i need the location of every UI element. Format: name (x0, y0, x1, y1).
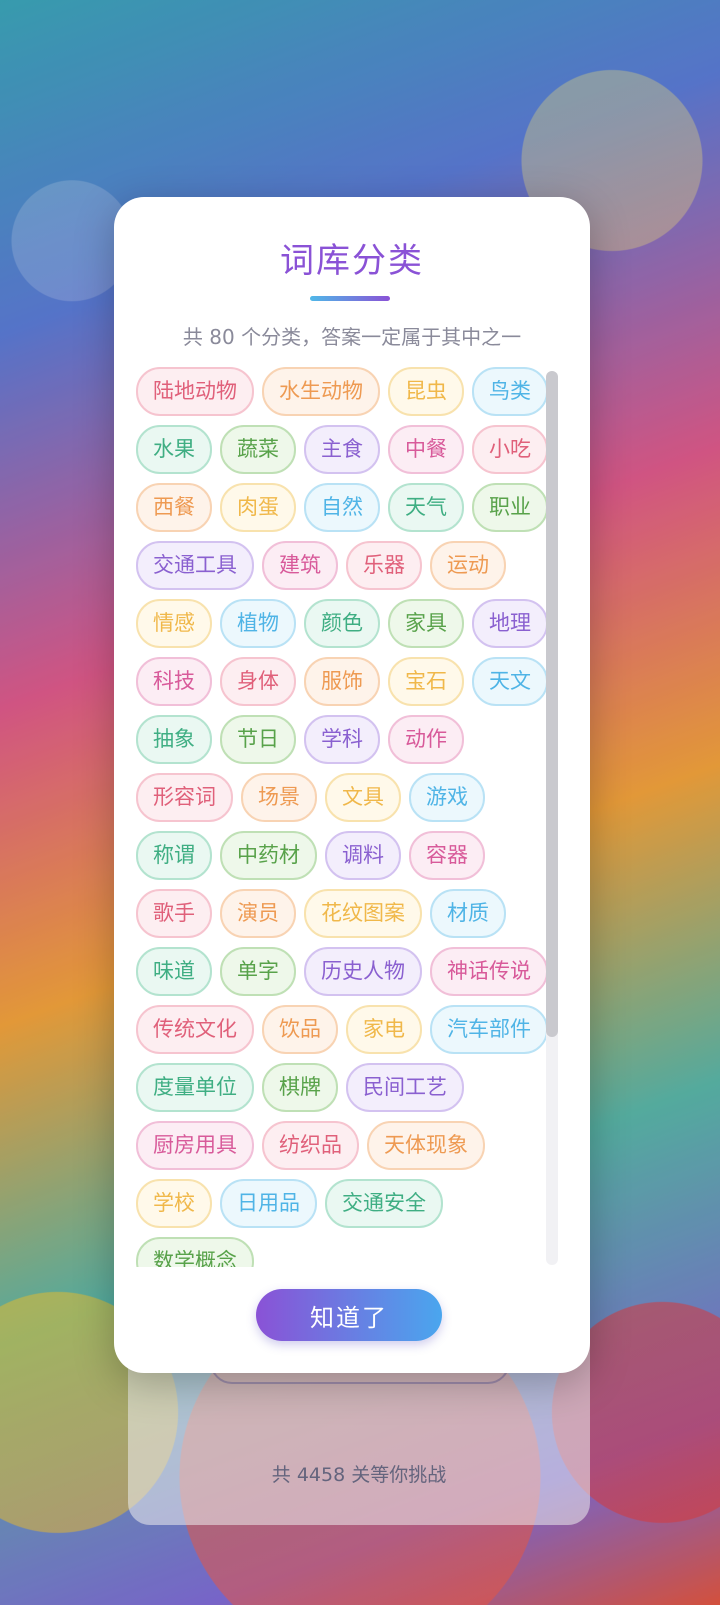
category-tag: 形容词 (136, 773, 233, 822)
category-tag: 称谓 (136, 831, 212, 880)
category-tag: 水果 (136, 425, 212, 474)
category-tag: 厨房用具 (136, 1121, 254, 1170)
category-tag: 交通安全 (325, 1179, 443, 1228)
category-tag: 材质 (430, 889, 506, 938)
category-tag: 颜色 (304, 599, 380, 648)
category-tag: 中药材 (220, 831, 317, 880)
dialog-title: 词库分类 (280, 241, 424, 281)
category-tag: 乐器 (346, 541, 422, 590)
category-tag: 鸟类 (472, 367, 548, 416)
category-tag: 中餐 (388, 425, 464, 474)
category-tag: 花纹图案 (304, 889, 422, 938)
category-tag: 家具 (388, 599, 464, 648)
category-tag: 神话传说 (430, 947, 548, 996)
category-tag: 身体 (220, 657, 296, 706)
category-tag: 科技 (136, 657, 212, 706)
category-tag: 度量单位 (136, 1063, 254, 1112)
category-tag: 建筑 (262, 541, 338, 590)
got-it-button[interactable]: 知道了 (256, 1289, 442, 1341)
category-tag: 水生动物 (262, 367, 380, 416)
category-tag: 日用品 (220, 1179, 317, 1228)
category-tag: 陆地动物 (136, 367, 254, 416)
dialog-subtitle: 共 80 个分类，答案一定属于其中之一 (182, 325, 522, 349)
category-tag: 服饰 (304, 657, 380, 706)
scrollbar-track[interactable] (546, 371, 558, 1265)
category-tag: 昆虫 (388, 367, 464, 416)
category-tag: 情感 (136, 599, 212, 648)
category-tag: 肉蛋 (220, 483, 296, 532)
category-tag: 西餐 (136, 483, 212, 532)
category-tag: 汽车部件 (430, 1005, 548, 1054)
category-tag: 单字 (220, 947, 296, 996)
category-tag: 文具 (325, 773, 401, 822)
category-tag: 学校 (136, 1179, 212, 1228)
category-tag: 历史人物 (304, 947, 422, 996)
category-tag: 数学概念 (136, 1237, 254, 1267)
category-tag: 地理 (472, 599, 548, 648)
category-tag-list[interactable]: 陆地动物 水生动物 昆虫 鸟类水果 蔬菜 主食 中餐 小吃西餐 肉蛋 自然 天气 职业交通工具 建筑 乐器… (136, 367, 561, 1267)
category-tag: 天体现象 (367, 1121, 485, 1170)
category-tag: 蔬菜 (220, 425, 296, 474)
category-tag: 宝石 (388, 657, 464, 706)
title-underline (310, 296, 390, 301)
category-tag: 演员 (220, 889, 296, 938)
category-tag: 家电 (346, 1005, 422, 1054)
category-tag: 民间工艺 (346, 1063, 464, 1112)
category-tag: 动作 (388, 715, 464, 764)
category-tag: 纺织品 (262, 1121, 359, 1170)
category-tag: 调料 (325, 831, 401, 880)
category-tag: 自然 (304, 483, 380, 532)
category-tag: 主食 (304, 425, 380, 474)
category-tag: 运动 (430, 541, 506, 590)
tag-container: 陆地动物 水生动物 昆虫 鸟类水果 蔬菜 主食 中餐 小吃西餐 肉蛋 自然 天气 职业交通工具 建筑 乐器… (136, 367, 561, 1267)
category-tag: 歌手 (136, 889, 212, 938)
category-tag: 学科 (304, 715, 380, 764)
category-tag: 节日 (220, 715, 296, 764)
category-tag: 场景 (241, 773, 317, 822)
category-tag: 天文 (472, 657, 548, 706)
category-tag: 职业 (472, 483, 548, 532)
category-tag: 味道 (136, 947, 212, 996)
category-tag: 天气 (388, 483, 464, 532)
category-tag: 小吃 (472, 425, 548, 474)
category-tag: 传统文化 (136, 1005, 254, 1054)
category-tag: 棋牌 (262, 1063, 338, 1112)
category-tag: 容器 (409, 831, 485, 880)
scrollbar-thumb[interactable] (546, 371, 558, 1037)
category-tag: 植物 (220, 599, 296, 648)
category-tag: 抽象 (136, 715, 212, 764)
category-dialog: 词库分类 共 80 个分类，答案一定属于其中之一 陆地动物 水生动物 昆虫 鸟类水果蔬… (114, 197, 590, 1373)
category-tag: 交通工具 (136, 541, 254, 590)
category-tag: 饮品 (262, 1005, 338, 1054)
category-tag: 游戏 (409, 773, 485, 822)
